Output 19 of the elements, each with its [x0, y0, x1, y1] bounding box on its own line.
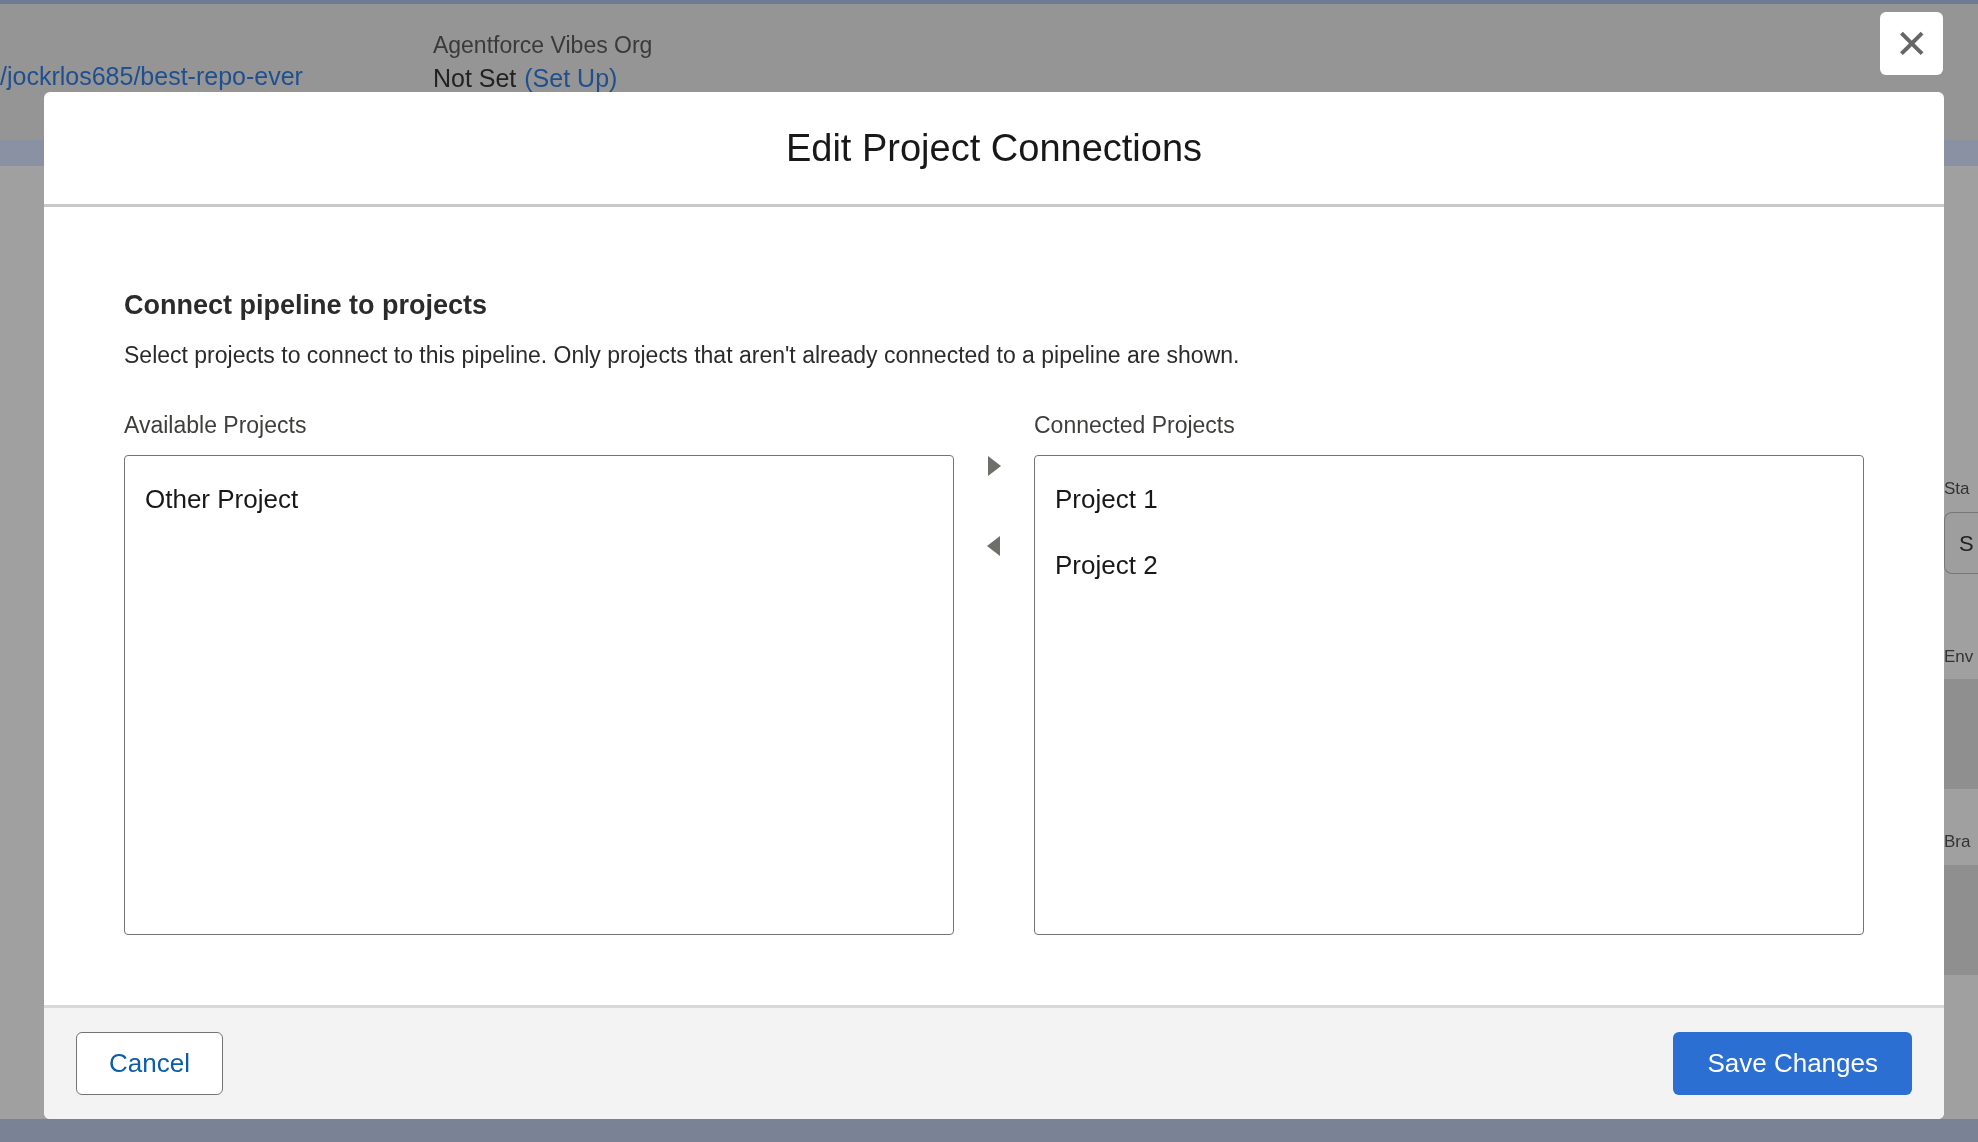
org-status: Not Set	[432, 62, 517, 93]
section-heading: Connect pipeline to projects	[124, 289, 489, 322]
field-label: Env	[1944, 645, 1975, 668]
modal-title: Edit Project Connections	[785, 125, 1203, 171]
select-field[interactable]: S	[1944, 511, 1978, 574]
close-button[interactable]: ✕	[1880, 12, 1943, 75]
field-label: Sta	[1944, 478, 1971, 500]
section-description: Select projects to connect to this pipeline. Only projects that aren't already connected to a pipeline are shown.	[124, 340, 1241, 370]
move-left-icon[interactable]	[986, 535, 1002, 557]
project-option[interactable]: Other Project	[125, 477, 953, 521]
org-label: Agentforce Vibes Org	[432, 31, 653, 60]
move-right-icon[interactable]	[986, 455, 1002, 477]
field-label: Bra	[1944, 831, 1972, 853]
project-option[interactable]: Project 1	[1035, 477, 1863, 521]
list-label: Available Projects	[124, 411, 308, 440]
project-option[interactable]: Project 2	[1035, 543, 1863, 587]
save-button[interactable]: Save Changes	[1673, 1032, 1912, 1095]
cancel-button[interactable]: Cancel	[76, 1032, 223, 1095]
list-label: Connected Projects	[1034, 411, 1236, 440]
